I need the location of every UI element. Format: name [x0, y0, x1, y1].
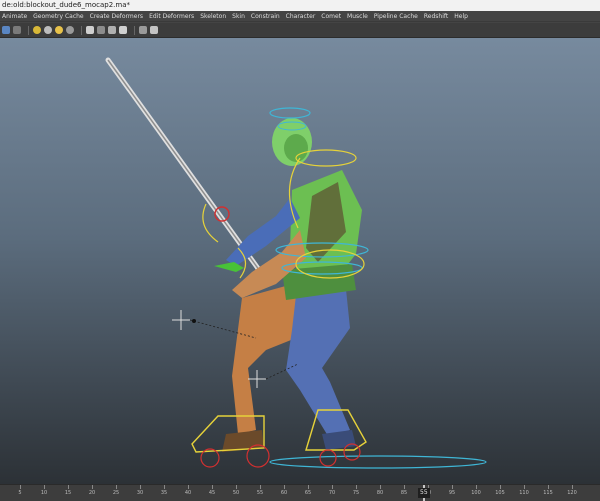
isolate-icon[interactable]	[97, 26, 105, 34]
menu-constrain[interactable]: Constrain	[251, 11, 280, 22]
xray-icon[interactable]	[108, 26, 116, 34]
scene-render	[105, 57, 487, 469]
timeline-tick-label: 100	[471, 490, 481, 496]
timeline-tick	[212, 485, 213, 489]
timeline-tick-label: 75	[352, 490, 360, 496]
timeline-tick-label: 5	[18, 490, 22, 496]
timeline-tick-label: 85	[400, 490, 408, 496]
smooth-shade-icon[interactable]	[44, 26, 52, 34]
timeline-tick	[188, 485, 189, 489]
timeline-tick-label: 40	[184, 490, 192, 496]
head-control[interactable]	[269, 107, 311, 119]
film-gate-icon[interactable]	[139, 26, 147, 34]
timeline-tick	[524, 485, 525, 489]
timeline-tick-label: 95	[448, 490, 456, 496]
camera-icon[interactable]	[2, 26, 10, 34]
shadow-icon[interactable]	[86, 26, 94, 34]
resolution-gate-icon[interactable]	[119, 26, 127, 34]
timeline-tick	[548, 485, 549, 489]
grid-icon[interactable]	[13, 26, 21, 34]
timeline-tick	[572, 485, 573, 489]
timeline-tick-label: 105	[495, 490, 505, 496]
timeline-tick-label: 30	[136, 490, 144, 496]
timeline-tick	[140, 485, 141, 489]
timeline-tick-label: 110	[519, 490, 529, 496]
timeline-tick	[404, 485, 405, 489]
timeline-tick	[500, 485, 501, 489]
timeline-tick-label: 45	[208, 490, 216, 496]
3d-viewport[interactable]	[0, 38, 600, 484]
timeline-tick	[260, 485, 261, 489]
textured-icon[interactable]	[55, 26, 63, 34]
timeline-tick-label: 20	[88, 490, 96, 496]
menu-skeleton[interactable]: Skeleton	[200, 11, 226, 22]
toolbar-divider	[28, 25, 29, 35]
timeline-tick-label: 65	[304, 490, 312, 496]
timeline-tick-label: 10	[40, 490, 48, 496]
viewport-toolbar	[0, 23, 600, 38]
timeline-tick	[164, 485, 165, 489]
menu-character[interactable]: Character	[286, 11, 316, 22]
timeline-tick-label: 25	[112, 490, 120, 496]
timeline-tick	[20, 485, 21, 489]
menu-pipeline-cache[interactable]: Pipeline Cache	[374, 11, 418, 22]
menu-create-deformers[interactable]: Create Deformers	[90, 11, 143, 22]
timeline-tick	[68, 485, 69, 489]
menu-animate[interactable]: Animate	[2, 11, 27, 22]
timeline-tick-label: 15	[64, 490, 72, 496]
timeline-tick-label: 120	[567, 490, 577, 496]
ground-control-ellipse[interactable]	[269, 455, 487, 469]
timeline-tick	[356, 485, 357, 489]
staff-shade	[107, 59, 263, 275]
menu-skin[interactable]: Skin	[232, 11, 245, 22]
timeline-tick-label: 115	[543, 490, 553, 496]
timeline-tick	[116, 485, 117, 489]
timeline-tick-label: 70	[328, 490, 336, 496]
menu-help[interactable]: Help	[454, 11, 468, 22]
time-slider[interactable]: 5101520253035404550556065707580859095100…	[0, 484, 600, 501]
menu-redshift[interactable]: Redshift	[424, 11, 448, 22]
timeline-tick-label: 55	[256, 490, 264, 496]
window-title: de:old:blockout_dude6_mocap2.ma*	[0, 0, 600, 11]
timeline-tick	[476, 485, 477, 489]
timeline-tick-label: 80	[376, 490, 384, 496]
menu-comet[interactable]: Comet	[321, 11, 341, 22]
menu-edit-deformers[interactable]: Edit Deformers	[149, 11, 194, 22]
light-icon[interactable]	[66, 26, 74, 34]
toolbar-divider	[81, 25, 82, 35]
timeline-tick-label: 50	[232, 490, 240, 496]
timeline-tick-label: 60	[280, 490, 288, 496]
menu-bar: Animate Geometry Cache Create Deformers …	[0, 11, 600, 22]
toolbar-divider	[134, 25, 135, 35]
timeline-tick-label: 35	[160, 490, 168, 496]
timeline-tick	[332, 485, 333, 489]
timeline-tick	[308, 485, 309, 489]
timeline-tick	[236, 485, 237, 489]
timeline-tick	[380, 485, 381, 489]
timeline-tick	[44, 485, 45, 489]
wireframe-icon[interactable]	[33, 26, 41, 34]
menu-muscle[interactable]: Muscle	[347, 11, 368, 22]
knee-pole-control[interactable]	[192, 319, 196, 323]
left-heel-control[interactable]	[319, 449, 337, 467]
current-frame-label: 55	[418, 488, 430, 498]
timeline-tick	[452, 485, 453, 489]
menu-geometry-cache[interactable]: Geometry Cache	[33, 11, 83, 22]
timeline-tick	[284, 485, 285, 489]
frame-selected-icon[interactable]	[150, 26, 158, 34]
timeline-tick	[92, 485, 93, 489]
